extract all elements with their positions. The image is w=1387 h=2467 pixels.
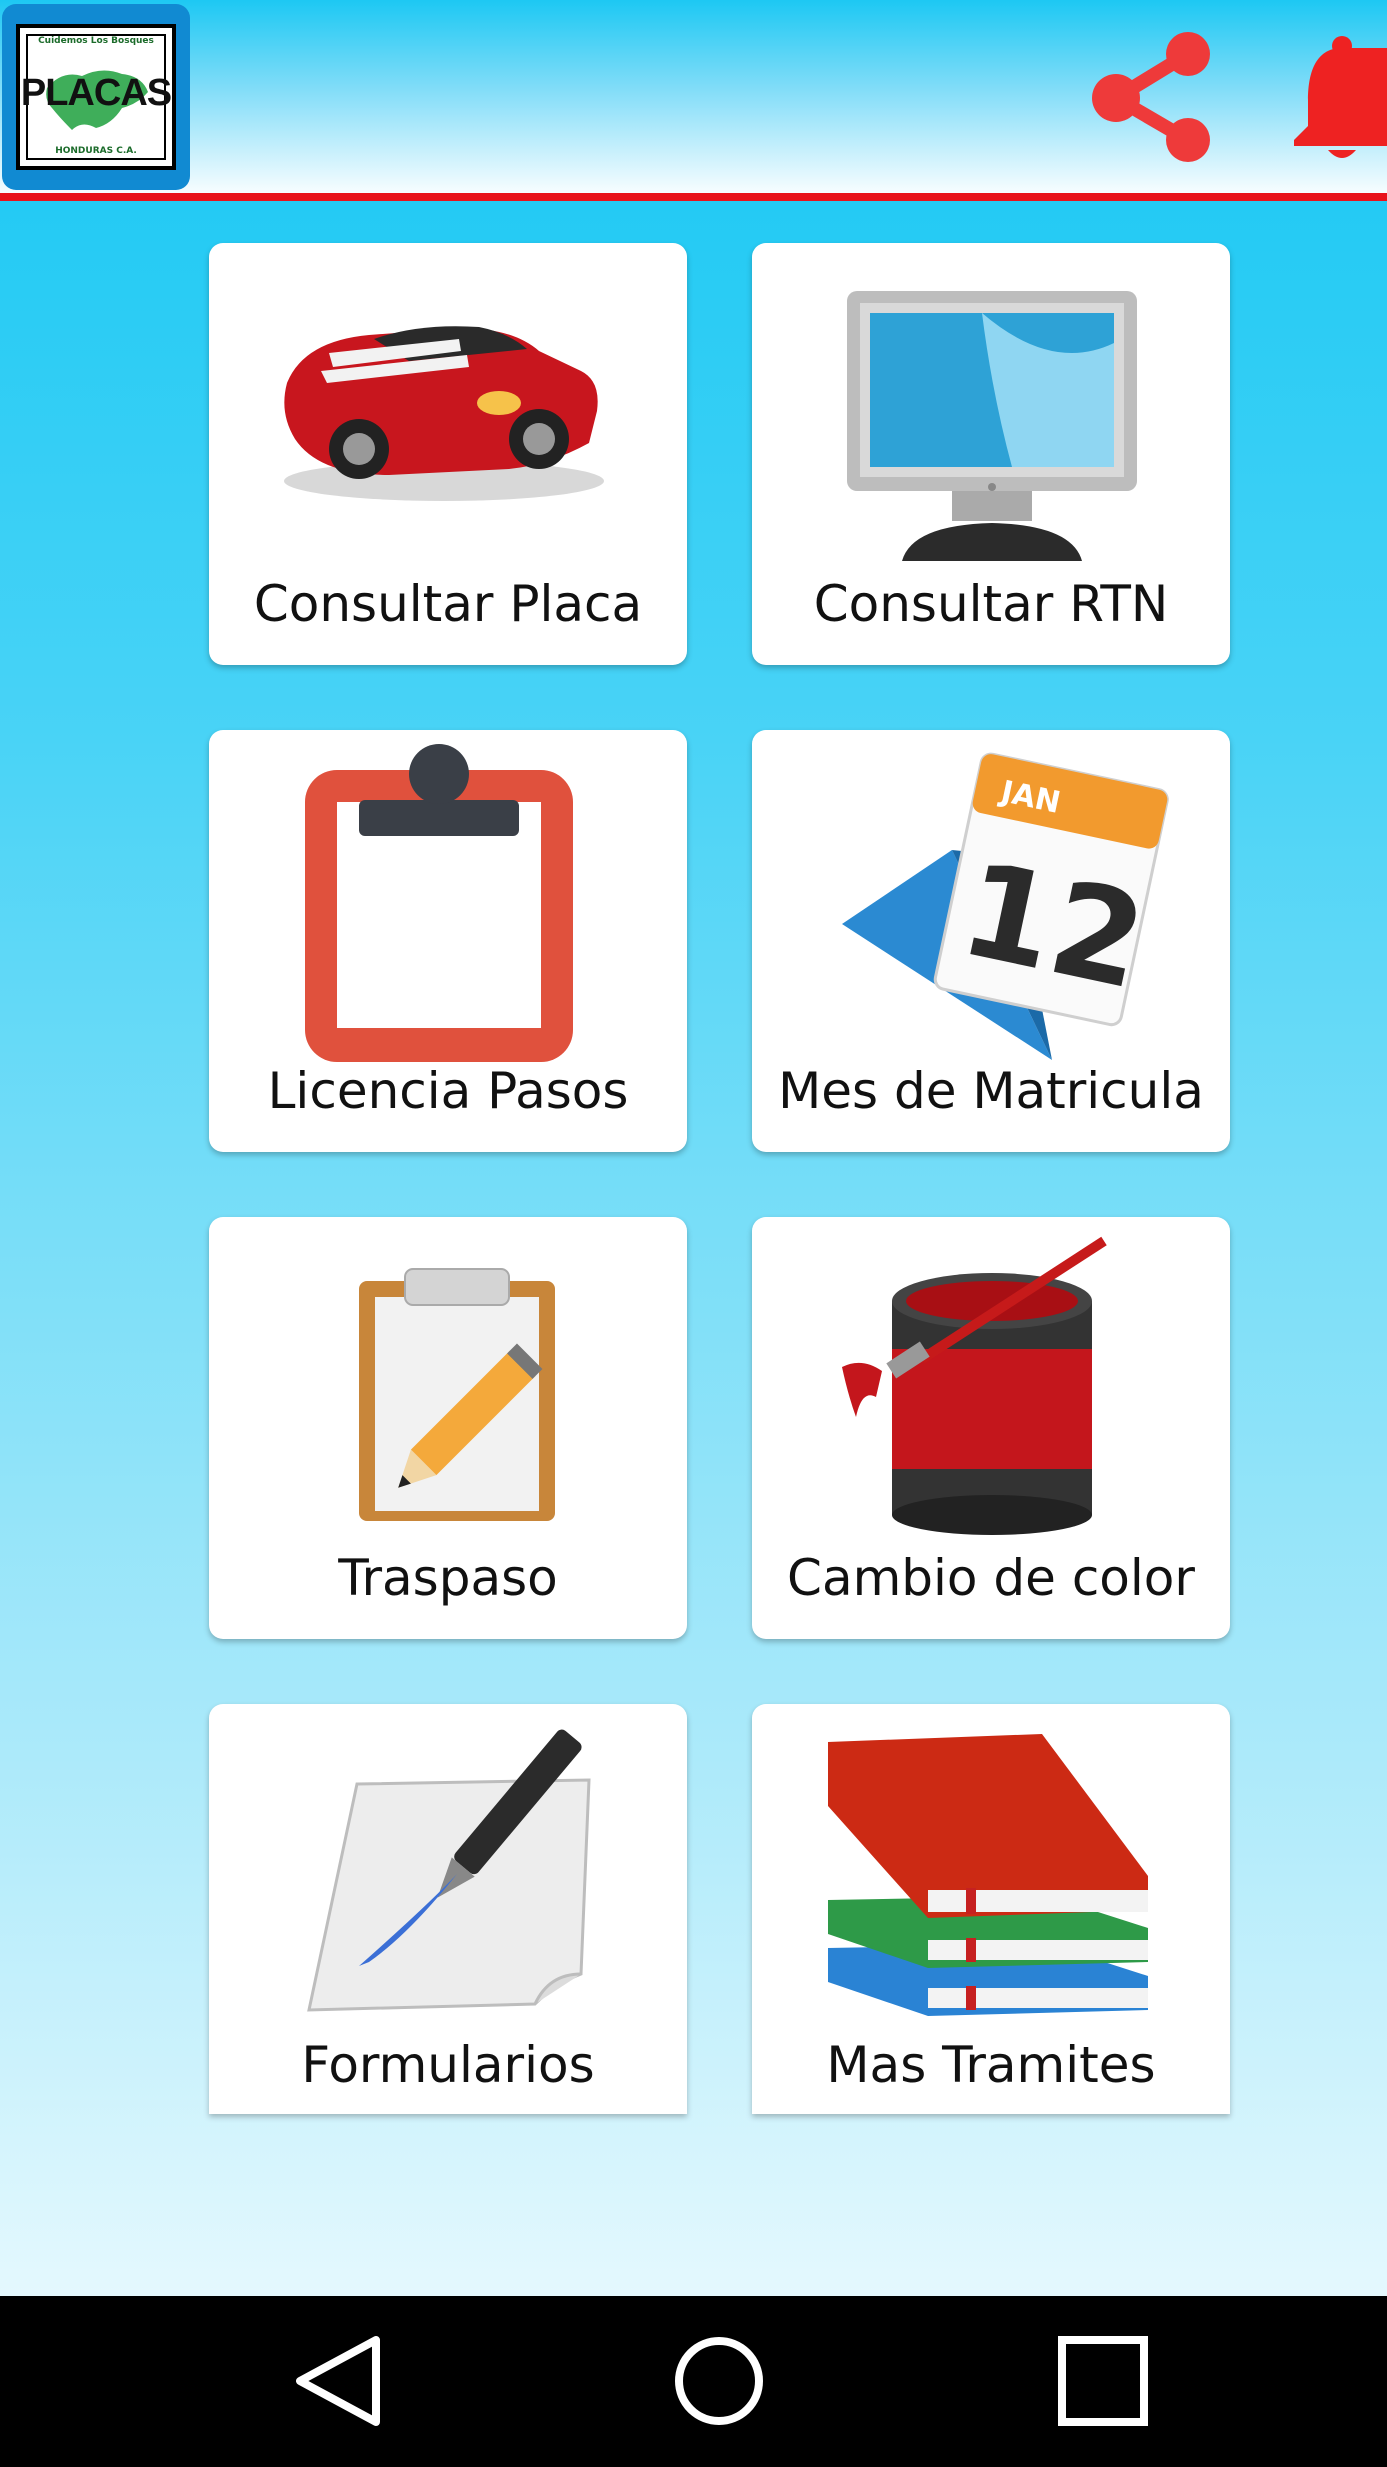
monitor-icon: [847, 291, 1137, 561]
menu-item-mes-de-matricula[interactable]: JAN 12 Mes de Matricula: [752, 730, 1230, 1152]
menu-item-traspaso[interactable]: Traspaso: [209, 1217, 687, 1639]
books-icon: [828, 1734, 1148, 2016]
menu-item-label: Mas Tramites: [826, 2036, 1156, 2094]
header-divider: [0, 193, 1387, 201]
clipboard-icon: [305, 744, 573, 1062]
logo-bottom-text: HONDURAS C.A.: [55, 146, 137, 156]
car-icon: [284, 326, 604, 501]
logo-plate: Cuidemos Los Bosques PLACAS HONDURAS C.A…: [16, 24, 176, 170]
paint-can-icon: [842, 1236, 1107, 1535]
menu-item-label: Formularios: [301, 2036, 595, 2094]
recents-icon[interactable]: [1048, 2326, 1158, 2436]
system-nav-bar: [0, 2296, 1387, 2467]
menu-item-cambio-de-color[interactable]: Cambio de color: [752, 1217, 1230, 1639]
menu-item-licencia-pasos[interactable]: Licencia Pasos: [209, 730, 687, 1152]
app-logo[interactable]: Cuidemos Los Bosques PLACAS HONDURAS C.A…: [2, 4, 190, 190]
app-bar: Cuidemos Los Bosques PLACAS HONDURAS C.A…: [0, 0, 1387, 193]
share-icon[interactable]: [1080, 26, 1220, 166]
logo-top-text: Cuidemos Los Bosques: [38, 36, 154, 46]
bell-icon[interactable]: [1288, 34, 1387, 164]
menu-item-label: Cambio de color: [787, 1549, 1195, 1607]
clipboard-pencil-icon: [359, 1268, 555, 1521]
logo-title: PLACAS: [20, 72, 172, 114]
menu-item-label: Licencia Pasos: [267, 1062, 629, 1120]
menu-item-label: Consultar RTN: [813, 575, 1169, 633]
menu-item-formularios[interactable]: Formularios: [209, 1704, 687, 2114]
calendar-icon: JAN 12: [842, 752, 1169, 1060]
menu-item-label: Mes de Matricula: [778, 1062, 1204, 1120]
menu-item-label: Consultar Placa: [253, 575, 643, 633]
menu-item-consultar-placa[interactable]: Consultar Placa: [209, 243, 687, 665]
menu-item-mas-tramites[interactable]: Mas Tramites: [752, 1704, 1230, 2114]
back-icon[interactable]: [284, 2326, 394, 2436]
menu-item-label: Traspaso: [338, 1549, 558, 1607]
home-icon[interactable]: [664, 2326, 774, 2436]
pen-paper-icon: [307, 1729, 591, 2012]
menu-item-consultar-rtn[interactable]: Consultar RTN: [752, 243, 1230, 665]
